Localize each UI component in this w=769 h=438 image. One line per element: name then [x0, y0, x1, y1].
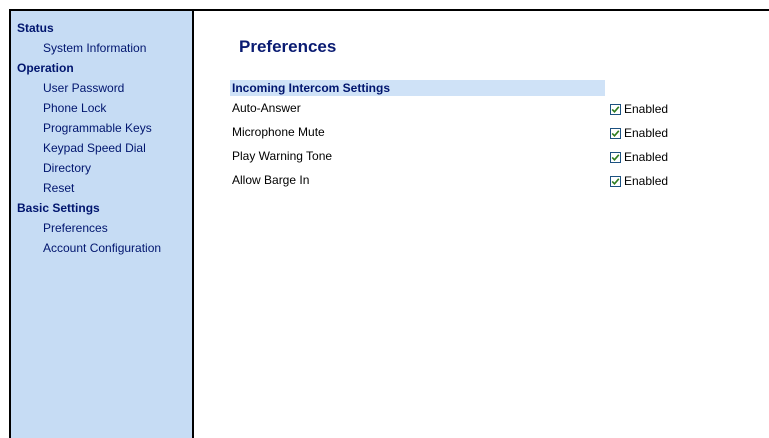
setting-label: Auto-Answer: [232, 101, 301, 115]
nav-link-user-password[interactable]: User Password: [11, 78, 192, 98]
nav-link-reset[interactable]: Reset: [11, 178, 192, 198]
nav-section-operation[interactable]: Operation: [11, 58, 192, 78]
play-warning-tone-checkbox[interactable]: Enabled: [610, 150, 668, 164]
checkbox-label: Enabled: [624, 102, 669, 116]
main-content: Preferences Incoming Intercom Settings A…: [194, 11, 769, 438]
checkbox-label: Enabled: [624, 174, 669, 188]
setting-row-play-warning-tone: Play Warning Tone Enabled: [232, 147, 712, 167]
checkmark-icon: [611, 105, 620, 113]
page-title: Preferences: [239, 37, 337, 56]
allow-barge-in-checkbox[interactable]: Enabled: [610, 174, 668, 188]
nav-link-preferences[interactable]: Preferences: [11, 218, 192, 238]
setting-label: Microphone Mute: [232, 125, 325, 139]
nav-section-status[interactable]: Status: [11, 18, 192, 38]
setting-label: Play Warning Tone: [232, 149, 333, 163]
checkbox[interactable]: [610, 103, 621, 115]
nav-link-keypad-speed-dial[interactable]: Keypad Speed Dial: [11, 138, 192, 158]
checkmark-icon: [611, 129, 620, 137]
checkbox[interactable]: [610, 151, 621, 163]
section-header-incoming-intercom: Incoming Intercom Settings: [230, 80, 605, 96]
nav-section-basic-settings[interactable]: Basic Settings: [11, 198, 192, 218]
checkmark-icon: [611, 177, 620, 185]
microphone-mute-checkbox[interactable]: Enabled: [610, 126, 668, 140]
nav-link-phone-lock[interactable]: Phone Lock: [11, 98, 192, 118]
nav-link-directory[interactable]: Directory: [11, 158, 192, 178]
sidebar-nav: Status System Information Operation User…: [11, 11, 194, 438]
checkbox[interactable]: [610, 127, 621, 139]
nav-link-account-configuration[interactable]: Account Configuration: [11, 238, 192, 258]
nav-link-system-information[interactable]: System Information: [11, 38, 192, 58]
setting-row-allow-barge-in: Allow Barge In Enabled: [232, 171, 712, 191]
setting-row-auto-answer: Auto-Answer Enabled: [232, 99, 712, 119]
checkmark-icon: [611, 153, 620, 161]
page-frame: Status System Information Operation User…: [9, 9, 769, 438]
auto-answer-checkbox[interactable]: Enabled: [610, 102, 668, 116]
setting-row-microphone-mute: Microphone Mute Enabled: [232, 123, 712, 143]
setting-label: Allow Barge In: [232, 173, 310, 187]
nav-link-programmable-keys[interactable]: Programmable Keys: [11, 118, 192, 138]
checkbox-label: Enabled: [624, 150, 669, 164]
checkbox[interactable]: [610, 175, 621, 187]
checkbox-label: Enabled: [624, 126, 669, 140]
